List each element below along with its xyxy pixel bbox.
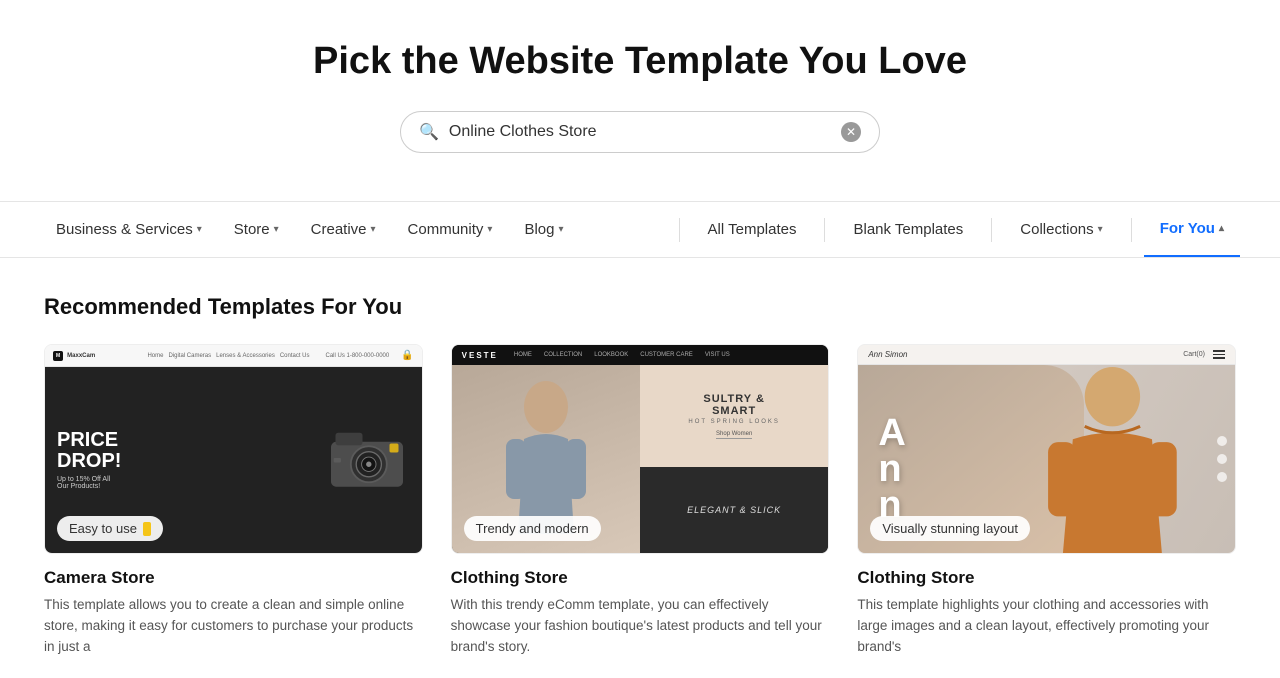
card-title-camera: Camera Store (44, 568, 423, 588)
card-desc-clothing-1: With this trendy eComm template, you can… (451, 595, 830, 658)
nav-blog-label: Blog (524, 221, 554, 238)
camera-mockup-nav: M MaxxCam Home Digital Cameras Lenses & … (45, 345, 422, 367)
nav-bar: Business & Services ▾ Store ▾ Creative ▾… (0, 201, 1280, 258)
nav-divider-3 (991, 218, 992, 242)
nav-item-blank-templates[interactable]: Blank Templates (837, 203, 979, 256)
nav-store-label: Store (234, 221, 270, 238)
card-badge-camera: Easy to use (57, 516, 163, 541)
nav-divider-2 (824, 218, 825, 242)
chevron-down-icon: ▾ (1098, 224, 1103, 235)
card-clothing-store-2[interactable]: Ann Simon Cart(0) (857, 344, 1236, 658)
clear-search-button[interactable]: ✕ (841, 122, 861, 142)
card-camera-store[interactable]: M MaxxCam Home Digital Cameras Lenses & … (44, 344, 423, 658)
section-title: Recommended Templates For You (44, 294, 1236, 320)
nav-business-label: Business & Services (56, 221, 193, 238)
chevron-down-icon: ▾ (274, 224, 279, 235)
chevron-down-icon: ▾ (371, 224, 376, 235)
clothing-mockup-nav: VESTE HOME COLLECTION LOOKBOOK CUSTOMER … (452, 345, 829, 365)
card-badge-ann: Visually stunning layout (870, 516, 1030, 541)
nav-item-all-templates[interactable]: All Templates (692, 203, 813, 256)
template-cards-grid: M MaxxCam Home Digital Cameras Lenses & … (44, 344, 1236, 658)
nav-collections-label: Collections (1020, 221, 1093, 238)
nav-item-for-you[interactable]: For You ▴ (1144, 202, 1240, 257)
nav-left: Business & Services ▾ Store ▾ Creative ▾… (40, 203, 667, 256)
nav-item-blog[interactable]: Blog ▾ (508, 203, 579, 256)
nav-divider-1 (679, 218, 680, 242)
nav-for-you-label: For You (1160, 220, 1215, 237)
badge-dot-icon (143, 522, 151, 536)
search-bar-container: 🔍 ✕ (20, 111, 1260, 153)
card-title-clothing-1: Clothing Store (451, 568, 830, 588)
chevron-up-icon: ▴ (1219, 223, 1224, 234)
nav-blank-templates-label: Blank Templates (853, 221, 963, 238)
search-bar: 🔍 ✕ (400, 111, 880, 153)
card-image-camera: M MaxxCam Home Digital Cameras Lenses & … (44, 344, 423, 554)
nav-item-business[interactable]: Business & Services ▾ (40, 203, 218, 256)
card-badge-clothing-1: Trendy and modern (464, 516, 601, 541)
card-desc-ann: This template highlights your clothing a… (857, 595, 1236, 658)
nav-divider-4 (1131, 218, 1132, 242)
card-clothing-store-1[interactable]: VESTE HOME COLLECTION LOOKBOOK CUSTOMER … (451, 344, 830, 658)
nav-item-community[interactable]: Community ▾ (392, 203, 509, 256)
search-icon: 🔍 (419, 122, 439, 142)
card-image-clothing-1: VESTE HOME COLLECTION LOOKBOOK CUSTOMER … (451, 344, 830, 554)
hero-title: Pick the Website Template You Love (20, 40, 1260, 83)
chevron-down-icon: ▾ (558, 224, 563, 235)
search-input[interactable] (449, 123, 831, 141)
nav-item-creative[interactable]: Creative ▾ (295, 203, 392, 256)
chevron-down-icon: ▾ (197, 224, 202, 235)
card-image-ann: Ann Simon Cart(0) (857, 344, 1236, 554)
nav-item-store[interactable]: Store ▾ (218, 203, 295, 256)
ann-mockup-nav: Ann Simon Cart(0) (858, 345, 1235, 365)
nav-right: All Templates Blank Templates Collection… (692, 202, 1240, 257)
card-desc-camera: This template allows you to create a cle… (44, 595, 423, 658)
hamburger-icon (1213, 350, 1225, 359)
nav-community-label: Community (408, 221, 484, 238)
nav-all-templates-label: All Templates (708, 221, 797, 238)
nav-item-collections[interactable]: Collections ▾ (1004, 203, 1118, 256)
card-title-ann: Clothing Store (857, 568, 1236, 588)
ann-social-icons (1217, 436, 1227, 482)
main-content: Recommended Templates For You M MaxxCam … (0, 258, 1280, 678)
nav-creative-label: Creative (311, 221, 367, 238)
chevron-down-icon: ▾ (487, 224, 492, 235)
hero-section: Pick the Website Template You Love 🔍 ✕ (0, 0, 1280, 201)
camera-image (322, 423, 412, 498)
